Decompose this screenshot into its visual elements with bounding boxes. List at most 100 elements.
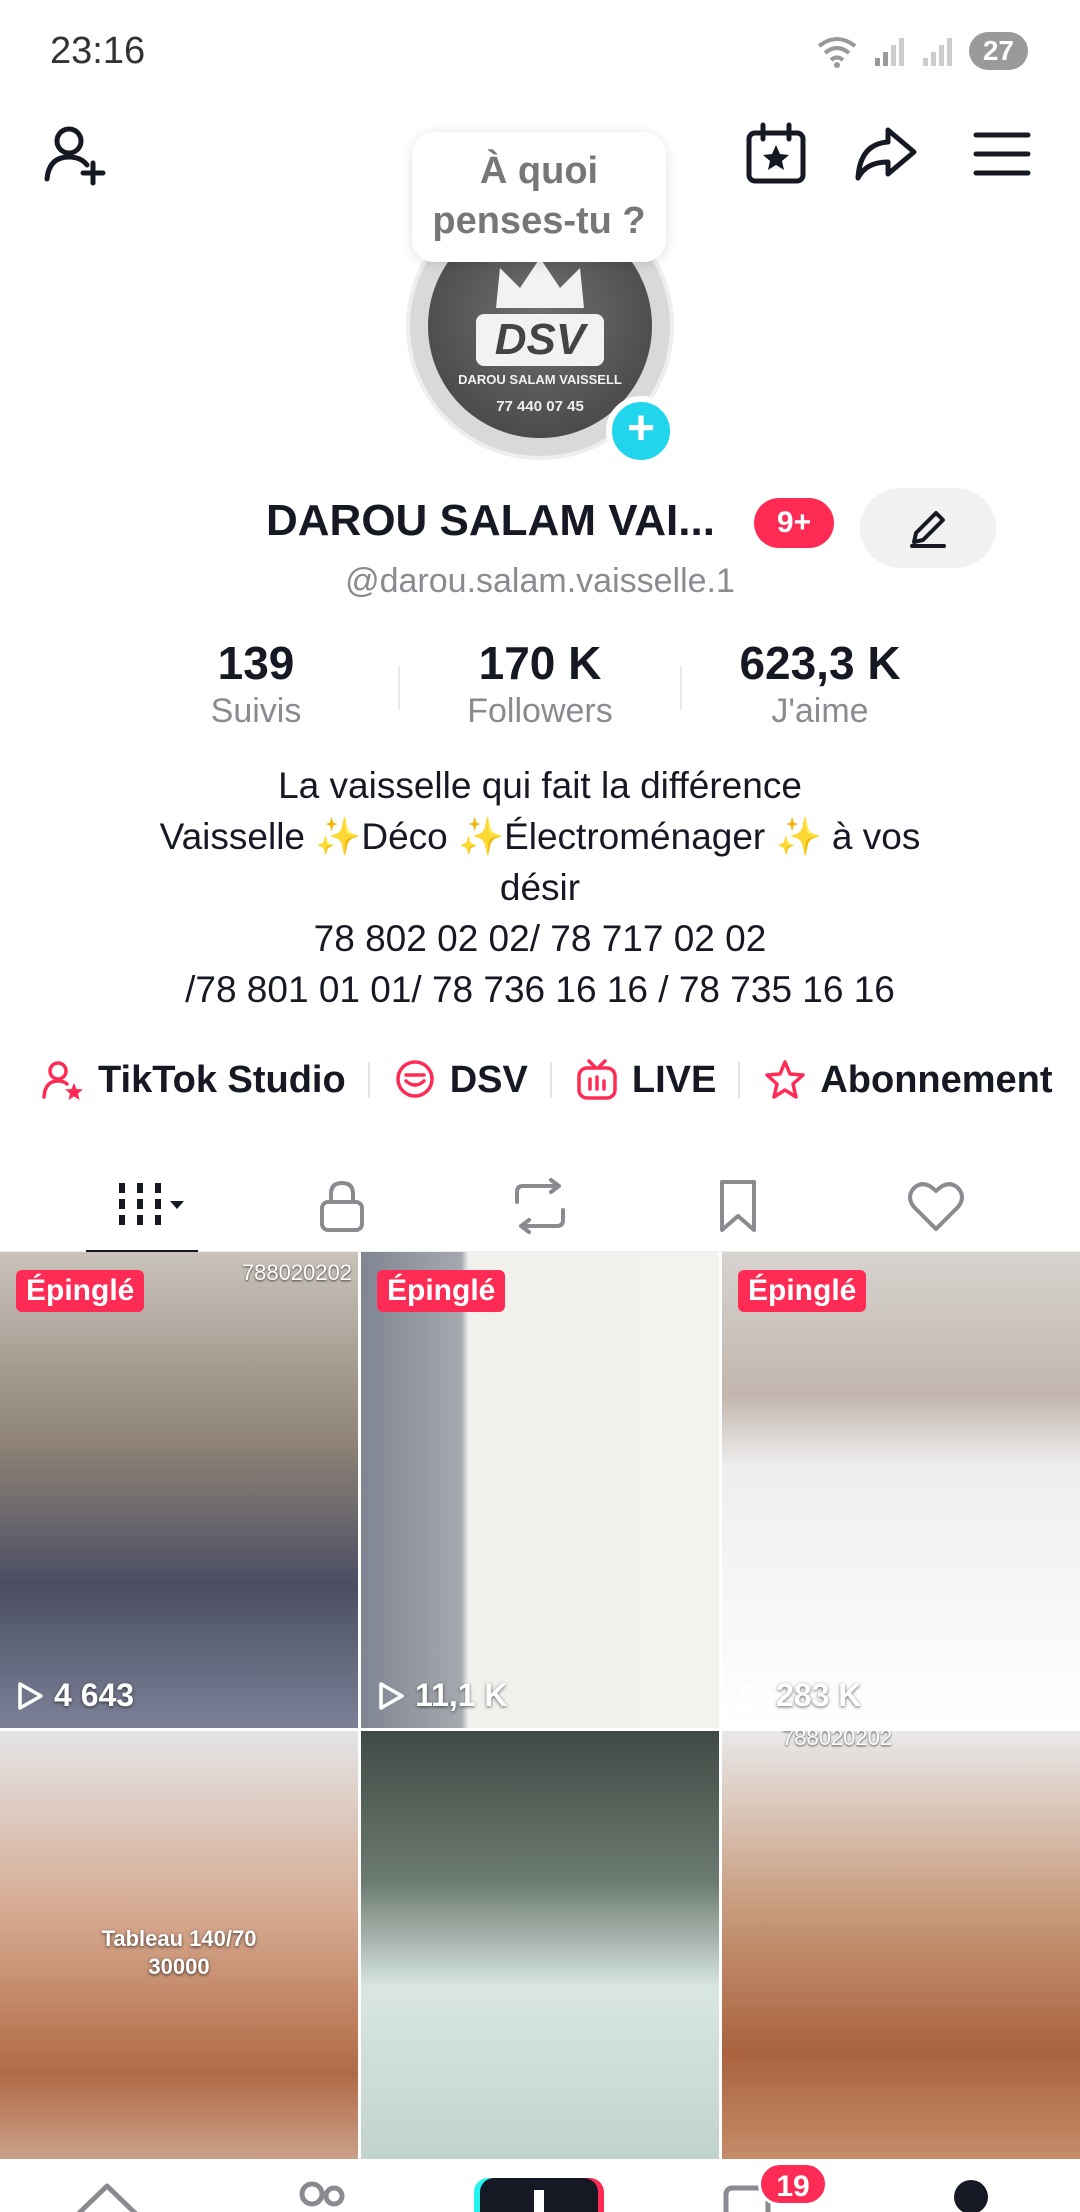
status-time: 23:16 [50,30,146,72]
stat-following-label: Suivis [210,692,302,730]
link-separator [738,1062,741,1098]
video-tile[interactable]: Épinglé 283 K [722,1252,1080,1728]
stat-likes[interactable]: 623,3 K J'aime [690,636,950,731]
video-grid: 788020202 Épinglé 4 643 Épinglé 11,1 K É… [0,1252,1080,2160]
pinned-badge: Épinglé [738,1270,867,1312]
add-friend-button[interactable] [36,114,116,194]
profile-links: TikTok Studio DSV LIVE Abonnement [40,1052,1080,1108]
stat-divider [398,666,400,710]
menu-button[interactable] [962,114,1042,194]
bio-line: 78 802 02 02/ 78 717 02 02 [313,918,767,959]
tab-reposts[interactable] [432,1160,648,1252]
video-overlay-text: 788020202 [782,1731,893,1750]
link-label: DSV [449,1058,528,1101]
view-count: 4 643 [16,1677,134,1714]
thought-line-1: À quoi [479,150,599,192]
link-subscription[interactable]: Abonnement [762,1057,1053,1103]
tab-saved[interactable] [630,1160,846,1252]
link-separator [549,1062,552,1098]
user-star-icon [42,1061,83,1100]
repost-icon [515,1178,565,1234]
signal-icon [874,38,904,66]
view-count-value: 283 K [776,1677,862,1713]
view-count-value: 11,1 K [415,1677,508,1713]
share-arrow-icon [855,127,917,181]
profile-bio: La vaisselle qui fait la différence Vais… [60,760,1020,1015]
plus-icon [534,2190,544,2212]
share-button[interactable] [846,114,926,194]
avatar-subtitle: DAROU SALAM VAISSELL [458,372,622,387]
bio-line: La vaisselle qui fait la différence [278,765,802,806]
video-overlay-text: 788020202 [241,1260,352,1285]
tab-private[interactable] [234,1160,450,1252]
edit-profile-button[interactable] [860,488,996,568]
pencil-icon [910,511,946,548]
hamburger-menu-icon [973,132,1031,176]
events-button[interactable] [736,114,816,194]
stat-following[interactable]: 139 Suivis [126,636,386,731]
create-button[interactable] [480,2178,598,2212]
stat-followers-label: Followers [467,692,613,730]
thought-line-2: penses-tu ? [432,200,646,242]
video-tile[interactable]: 788020202 Épinglé 4 643 [0,1252,358,1728]
inbox-badge: 19 [758,2162,828,2206]
status-bar: 23:16 27 [0,0,1080,100]
bio-line: /78 801 01 01/ 78 736 16 16 / 78 735 16 … [185,969,895,1010]
stat-followers-value: 170 K [478,637,602,689]
video-tile[interactable]: Épinglé 11,1 K [361,1252,719,1728]
content-tabs [0,1160,1080,1254]
bottom-navigation: 19 [0,2160,1080,2212]
play-icon [18,1681,43,1710]
video-caption-line: Tableau 140/70 [101,1926,257,1951]
tab-videos[interactable] [46,1160,262,1254]
link-label: Abonnement [820,1058,1053,1101]
videos-grid-icon [119,1183,184,1229]
profile-nav-icon[interactable] [954,2180,988,2212]
tab-liked[interactable] [828,1160,1044,1252]
view-count: 283 K [738,1677,861,1714]
friends-icon[interactable] [292,2176,352,2212]
link-separator [367,1062,370,1098]
stat-following-value: 139 [217,637,295,689]
bio-line: désir [499,867,581,908]
video-tile[interactable] [361,1731,719,2159]
link-label: TikTok Studio [98,1058,346,1101]
link-label: LIVE [631,1058,717,1101]
play-icon [379,1681,404,1710]
notification-pill[interactable]: 9+ [754,498,834,548]
video-tile[interactable]: Tableau 140/70 30000 [0,1731,358,2159]
profile-name: DAROU SALAM VAI... [266,496,715,545]
calendar-star-icon [746,122,806,184]
avatar-logo-text: DSV [476,314,604,366]
username: @darou.salam.vaisselle.1 [345,562,735,600]
crown-icon [496,258,584,308]
name-row: DAROU SALAM VAI... 9+ [0,488,1080,568]
bookmark-icon [720,1180,756,1232]
view-count: 11,1 K [377,1677,508,1714]
link-dsv[interactable]: DSV [392,1057,528,1103]
view-count-value: 4 643 [54,1677,135,1713]
lock-icon [320,1180,364,1232]
pinned-badge: Épinglé [16,1270,145,1312]
add-user-icon [44,126,106,186]
video-tile[interactable]: 788020202 [722,1731,1080,2159]
stat-likes-value: 623,3 K [739,637,901,689]
heart-icon [908,1182,964,1231]
stat-likes-label: J'aime [771,692,869,730]
add-story-button[interactable]: + [606,396,676,466]
link-tiktok-studio[interactable]: TikTok Studio [40,1057,346,1103]
thought-bubble[interactable]: À quoi penses-tu ? [412,132,666,262]
signal-icon-2 [922,38,952,66]
play-icon [740,1681,765,1710]
battery-indicator: 27 [968,32,1028,70]
pinned-badge: Épinglé [377,1270,506,1312]
link-live[interactable]: LIVE [574,1057,716,1103]
chat-bubble-icon [395,1060,434,1098]
video-caption: Tableau 140/70 30000 [0,1925,358,1981]
stat-followers[interactable]: 170 K Followers [410,636,670,731]
live-tv-icon [577,1059,617,1100]
status-icons: 27 [815,32,1028,70]
star-badge-icon [765,1060,806,1099]
bio-line: Vaisselle ✨Déco ✨Électroménager ✨ à vos [159,816,921,857]
home-icon[interactable] [72,2180,142,2212]
